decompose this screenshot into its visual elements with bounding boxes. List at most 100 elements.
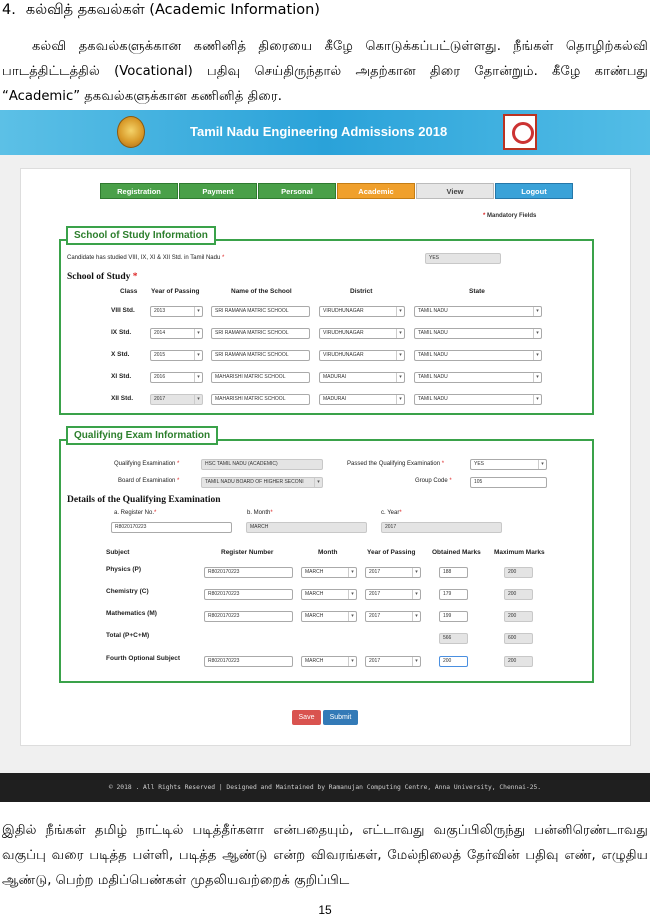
- subject-month-value: MARCH: [305, 591, 324, 597]
- district-select[interactable]: VIRUDHUNAGAR ▾: [319, 306, 405, 317]
- year-select[interactable]: 2013 ▾: [150, 306, 203, 317]
- year-select[interactable]: 2017 ▾: [150, 394, 203, 405]
- state-select[interactable]: TAMIL NADU ▾: [414, 394, 542, 405]
- district-select[interactable]: MADURAI ▾: [319, 372, 405, 383]
- maximum-marks-field: 200: [504, 611, 533, 622]
- chevron-down-icon: ▾: [533, 373, 541, 382]
- subject-year-value: 2017: [369, 591, 381, 597]
- col-state: State: [469, 288, 485, 295]
- fourth-obtained-field[interactable]: 200: [439, 656, 468, 667]
- qual-exam-field[interactable]: HSC TAMIL NADU (ACADEMIC): [201, 459, 323, 470]
- state-select[interactable]: TAMIL NADU ▾: [414, 328, 542, 339]
- state-select[interactable]: TAMIL NADU ▾: [414, 350, 542, 361]
- class-label: VIII Std.: [111, 307, 135, 314]
- board-value: TAMIL NADU BOARD OF HIGHER SECONI: [205, 479, 304, 485]
- passed-select[interactable]: YES ▾: [470, 459, 547, 470]
- section-heading: 4. கல்வித் தகவல்கள் (Academic Information…: [2, 2, 320, 20]
- tn-government-emblem-icon: [117, 116, 145, 148]
- state-select[interactable]: TAMIL NADU ▾: [414, 306, 542, 317]
- subject-month-select[interactable]: MARCH ▾: [301, 611, 357, 622]
- obtained-marks-field[interactable]: 179: [439, 589, 468, 600]
- submit-button[interactable]: Submit: [323, 710, 358, 725]
- subject-reg-field[interactable]: R8020170223: [204, 589, 293, 600]
- subject-month-select[interactable]: MARCH ▾: [301, 567, 357, 578]
- subject-reg-field[interactable]: R8020170223: [204, 567, 293, 578]
- subject-year-select[interactable]: 2017 ▾: [365, 589, 421, 600]
- year-value: 2014: [154, 330, 166, 336]
- school-section-text: School of Study: [67, 272, 131, 282]
- obtained-marks-field[interactable]: 199: [439, 611, 468, 622]
- chevron-down-icon: ▾: [194, 395, 202, 404]
- school-name-field[interactable]: MAHARISHI MATRIC SCHOOL: [211, 394, 310, 405]
- col-year-of-passing: Year of Passing: [367, 549, 416, 556]
- tab-personal[interactable]: Personal: [258, 183, 336, 199]
- year-label: c. Year*: [381, 510, 402, 516]
- form-card: Registration Payment Personal Academic V…: [20, 168, 631, 746]
- app-title: Tamil Nadu Engineering Admissions 2018: [190, 124, 448, 139]
- col-year: Year of Passing: [151, 288, 200, 295]
- year-select[interactable]: 2016 ▾: [150, 372, 203, 383]
- tn-question-field[interactable]: YES: [425, 253, 501, 264]
- fourth-month-select[interactable]: MARCH ▾: [301, 656, 357, 667]
- chevron-down-icon: ▾: [396, 395, 404, 404]
- subject-year-select[interactable]: 2017 ▾: [365, 567, 421, 578]
- details-heading: Details of the Qualifying Examination: [67, 495, 221, 505]
- chevron-down-icon: ▾: [538, 460, 546, 469]
- state-select[interactable]: TAMIL NADU ▾: [414, 372, 542, 383]
- chevron-down-icon: ▾: [533, 351, 541, 360]
- subject-year-value: 2017: [369, 569, 381, 575]
- tab-academic[interactable]: Academic: [337, 183, 415, 199]
- chevron-down-icon: ▾: [194, 329, 202, 338]
- fourth-subject-label: Fourth Optional Subject: [106, 655, 181, 662]
- state-value: TAMIL NADU: [418, 396, 448, 402]
- fourth-reg-field[interactable]: R8020170223: [204, 656, 293, 667]
- passed-label: Passed the Qualifying Examination *: [347, 461, 445, 467]
- total-label: Total (P+C+M): [106, 632, 150, 639]
- fourth-year-select[interactable]: 2017 ▾: [365, 656, 421, 667]
- anna-university-logo-icon: [503, 114, 537, 150]
- passed-label-text: Passed the Qualifying Examination: [347, 461, 441, 467]
- month-label: b. Month*: [247, 510, 273, 516]
- year-select[interactable]: 2015 ▾: [150, 350, 203, 361]
- subject-reg-field[interactable]: R8020170223: [204, 611, 293, 622]
- year-select[interactable]: 2014 ▾: [150, 328, 203, 339]
- district-select[interactable]: VIRUDHUNAGAR ▾: [319, 328, 405, 339]
- chevron-down-icon: ▾: [412, 657, 420, 666]
- class-label: XII Std.: [111, 395, 134, 402]
- reg-no-field[interactable]: R8020170223: [111, 522, 232, 533]
- district-select[interactable]: MADURAI ▾: [319, 394, 405, 405]
- month-field[interactable]: MARCH: [246, 522, 367, 533]
- tab-payment[interactable]: Payment: [179, 183, 257, 199]
- subject-label: Physics (P): [106, 566, 142, 573]
- maximum-marks-field: 200: [504, 589, 533, 600]
- col-district: District: [350, 288, 373, 295]
- district-value: VIRUDHUNAGAR: [323, 352, 364, 358]
- district-select[interactable]: VIRUDHUNAGAR ▾: [319, 350, 405, 361]
- year-value: 2016: [154, 374, 166, 380]
- state-value: TAMIL NADU: [418, 374, 448, 380]
- class-label: XI Std.: [111, 373, 132, 380]
- group-code-label: Group Code *: [415, 478, 452, 484]
- school-name-field[interactable]: SRI RAMANA MATRIC SCHOOL: [211, 328, 310, 339]
- chevron-down-icon: ▾: [348, 657, 356, 666]
- group-code-field[interactable]: 105: [470, 477, 547, 488]
- class-label: X Std.: [111, 351, 130, 358]
- board-select[interactable]: TAMIL NADU BOARD OF HIGHER SECONI ▾: [201, 477, 323, 488]
- subject-year-select[interactable]: 2017 ▾: [365, 611, 421, 622]
- chevron-down-icon: ▾: [533, 329, 541, 338]
- year-field[interactable]: 2017: [381, 522, 502, 533]
- obtained-marks-field[interactable]: 188: [439, 567, 468, 578]
- save-button[interactable]: Save: [292, 710, 321, 725]
- class-label: IX Std.: [111, 329, 132, 336]
- tn-question-text: Candidate has studied VIII, IX, XI & XII…: [67, 255, 221, 261]
- tab-logout[interactable]: Logout: [495, 183, 573, 199]
- year-value: 2013: [154, 308, 166, 314]
- tab-registration[interactable]: Registration: [100, 183, 178, 199]
- school-name-field[interactable]: SRI RAMANA MATRIC SCHOOL: [211, 350, 310, 361]
- subject-month-select[interactable]: MARCH ▾: [301, 589, 357, 600]
- school-name-field[interactable]: MAHARISHI MATRIC SCHOOL: [211, 372, 310, 383]
- total-obtained-field: 566: [439, 633, 468, 644]
- fourth-month-value: MARCH: [305, 658, 324, 664]
- school-name-field[interactable]: SRI RAMANA MATRIC SCHOOL: [211, 306, 310, 317]
- tab-view[interactable]: View: [416, 183, 494, 199]
